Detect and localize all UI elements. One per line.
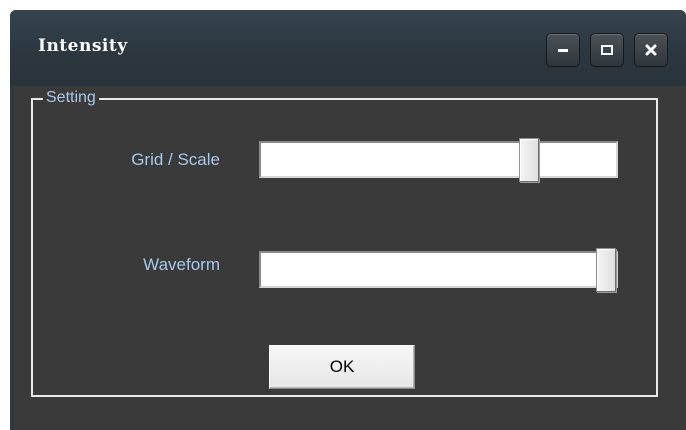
minimize-button[interactable] [546,33,580,67]
grid-scale-slider[interactable] [259,138,618,182]
maximize-button[interactable] [590,33,624,67]
close-button[interactable] [634,33,668,67]
window-title: Intensity [38,36,128,56]
maximize-icon [601,45,613,55]
waveform-slider[interactable] [259,248,618,292]
title-bar[interactable]: Intensity [10,10,686,86]
ok-button[interactable]: OK [269,345,415,389]
waveform-label: Waveform [143,255,220,274]
minimize-icon [558,49,568,52]
close-icon [645,44,657,56]
grid-scale-slider-thumb[interactable] [519,138,539,182]
groupbox-legend: Setting [43,88,99,108]
grid-scale-label: Grid / Scale [131,150,220,169]
waveform-slider-thumb[interactable] [596,248,616,292]
